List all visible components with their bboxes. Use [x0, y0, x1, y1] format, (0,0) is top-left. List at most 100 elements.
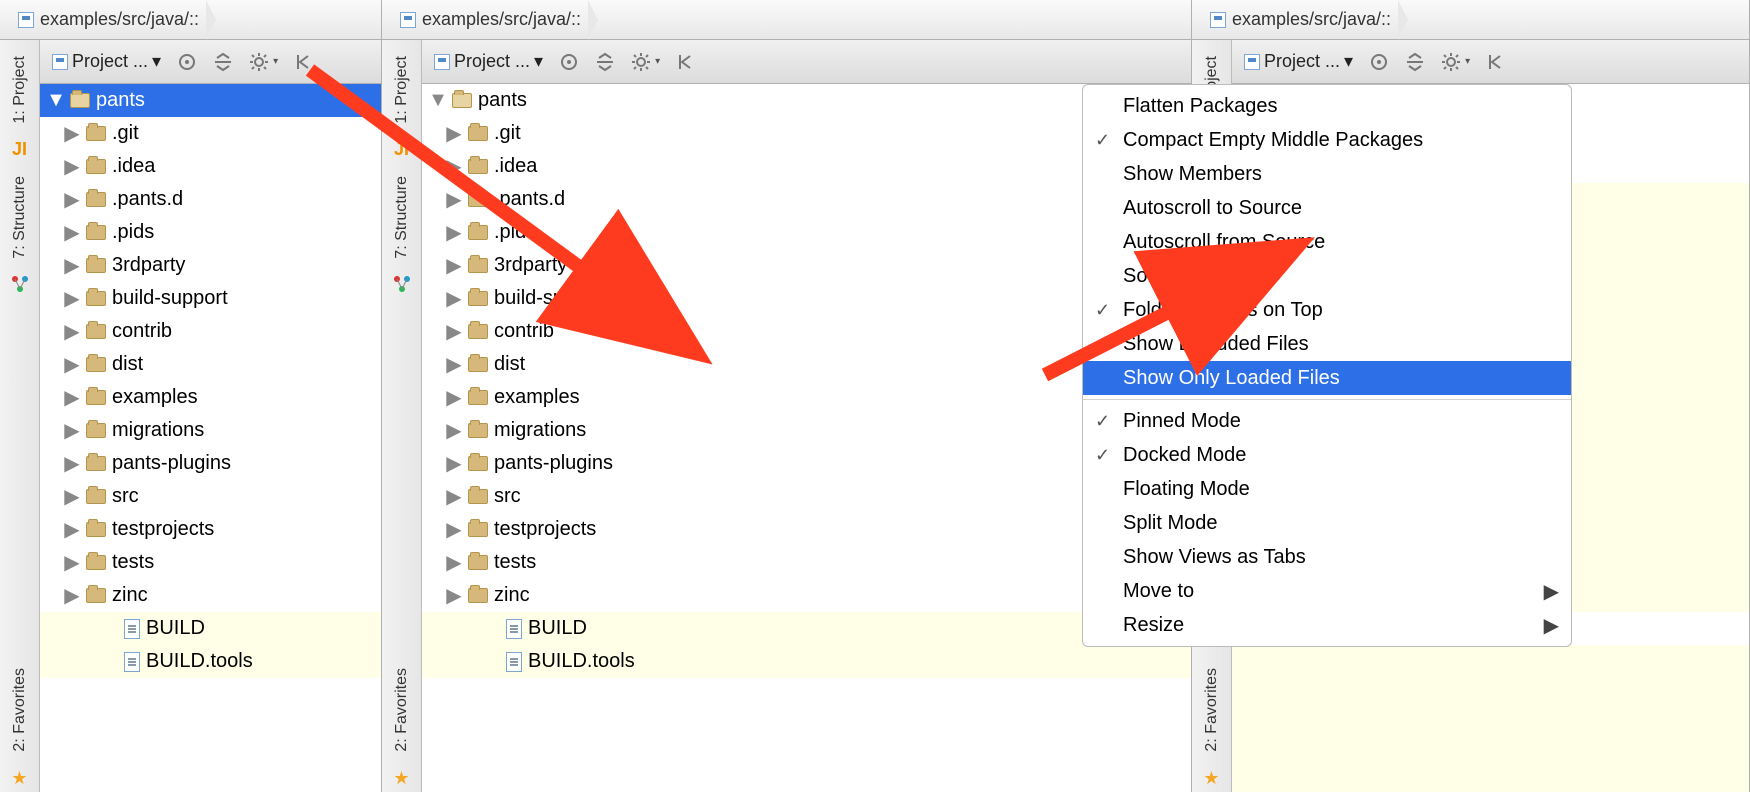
tab-favorites[interactable]: 2: Favorites: [1203, 660, 1221, 760]
menu-item[interactable]: Autoscroll from Source: [1083, 225, 1571, 259]
view-selector[interactable]: Project ... ▾: [46, 46, 167, 78]
expand-arrow-icon[interactable]: ▶: [446, 126, 462, 142]
tree-folder[interactable]: ▶ src: [422, 480, 1191, 513]
tree-folder[interactable]: ▶ 3rdparty: [40, 249, 381, 282]
tree-folder[interactable]: ▶ contrib: [422, 315, 1191, 348]
tree-folder[interactable]: ▶ .pids: [422, 216, 1191, 249]
branch-icon[interactable]: [392, 274, 412, 294]
settings-button[interactable]: ▾: [1435, 46, 1476, 78]
hide-button[interactable]: [670, 46, 702, 78]
expand-arrow-icon[interactable]: ▶: [446, 225, 462, 241]
expand-arrow-icon[interactable]: ▶: [446, 258, 462, 274]
tree-folder[interactable]: ▶ zinc: [40, 579, 381, 612]
tree-folder[interactable]: ▶ zinc: [422, 579, 1191, 612]
breadcrumb-item[interactable]: examples/src/java/::: [10, 0, 207, 40]
tree-folder[interactable]: ▶ .pids: [40, 216, 381, 249]
branch-icon[interactable]: [10, 274, 30, 294]
expand-arrow-icon[interactable]: ▶: [64, 423, 80, 439]
tree-folder[interactable]: ▶ .git: [422, 117, 1191, 150]
tab-favorites[interactable]: 2: Favorites: [11, 660, 29, 760]
expand-arrow-icon[interactable]: ▶: [446, 390, 462, 406]
tree-folder[interactable]: ▶ build-support: [40, 282, 381, 315]
tree-file[interactable]: BUILD.tools: [422, 645, 1191, 678]
hide-button[interactable]: [288, 46, 320, 78]
expand-arrow-icon[interactable]: ▶: [446, 291, 462, 307]
expand-arrow-icon[interactable]: ▶: [64, 291, 80, 307]
jira-icon[interactable]: JI: [10, 140, 30, 160]
expand-arrow-icon[interactable]: ▶: [64, 390, 80, 406]
expand-arrow-icon[interactable]: ▶: [64, 192, 80, 208]
collapse-all-button[interactable]: [207, 46, 239, 78]
tree-folder[interactable]: ▶ tests: [422, 546, 1191, 579]
tab-project[interactable]: 1: Project: [393, 48, 411, 132]
menu-item[interactable]: Autoscroll to Source: [1083, 191, 1571, 225]
tree-folder[interactable]: ▶ migrations: [40, 414, 381, 447]
tree-folder[interactable]: ▶ pants-plugins: [422, 447, 1191, 480]
menu-item[interactable]: ✓ Show Excluded Files: [1083, 327, 1571, 361]
menu-item[interactable]: Flatten Packages: [1083, 89, 1571, 123]
menu-item[interactable]: Floating Mode: [1083, 472, 1571, 506]
tree-folder[interactable]: ▶ testprojects: [40, 513, 381, 546]
tree-folder[interactable]: ▶ .pants.d: [422, 183, 1191, 216]
project-tree[interactable]: ▼ pants ▶ .git ▶ .idea ▶ .pants.d ▶ .pid…: [422, 84, 1191, 792]
tree-folder[interactable]: ▶ build-support: [422, 282, 1191, 315]
menu-item[interactable]: Show Only Loaded Files: [1083, 361, 1571, 395]
settings-button[interactable]: ▾: [625, 46, 666, 78]
settings-button[interactable]: ▾: [243, 46, 284, 78]
expand-arrow-icon[interactable]: ▶: [446, 357, 462, 373]
tab-project[interactable]: 1: Project: [11, 48, 29, 132]
tree-root[interactable]: ▼ pants: [422, 84, 1191, 117]
expand-arrow-icon[interactable]: ▶: [446, 159, 462, 175]
tree-folder[interactable]: ▶ dist: [422, 348, 1191, 381]
expand-arrow-icon[interactable]: ▶: [446, 192, 462, 208]
breadcrumb-item[interactable]: examples/src/java/::: [392, 0, 589, 40]
expand-arrow-icon[interactable]: ▶: [446, 555, 462, 571]
tree-folder[interactable]: ▶ .idea: [40, 150, 381, 183]
expand-arrow-icon[interactable]: ▼: [48, 93, 64, 109]
tree-root[interactable]: ▼ pants: [40, 84, 381, 117]
collapse-all-button[interactable]: [1399, 46, 1431, 78]
menu-item[interactable]: Resize ▶: [1083, 608, 1571, 642]
scroll-to-source-button[interactable]: [171, 46, 203, 78]
jira-icon[interactable]: JI: [392, 140, 412, 160]
tree-folder[interactable]: ▶ testprojects: [422, 513, 1191, 546]
collapse-all-button[interactable]: [589, 46, 621, 78]
menu-item[interactable]: ✓ Docked Mode: [1083, 438, 1571, 472]
tree-file[interactable]: BUILD: [422, 612, 1191, 645]
scroll-to-source-button[interactable]: [1363, 46, 1395, 78]
expand-arrow-icon[interactable]: ▶: [64, 357, 80, 373]
menu-item[interactable]: ✓ Compact Empty Middle Packages: [1083, 123, 1571, 157]
menu-item[interactable]: Show Views as Tabs: [1083, 540, 1571, 574]
tree-folder[interactable]: ▶ tests: [40, 546, 381, 579]
menu-item[interactable]: Sort by Type: [1083, 259, 1571, 293]
star-icon[interactable]: ★: [10, 768, 30, 788]
tree-folder[interactable]: ▶ .pants.d: [40, 183, 381, 216]
expand-arrow-icon[interactable]: ▶: [64, 126, 80, 142]
expand-arrow-icon[interactable]: ▶: [446, 588, 462, 604]
menu-item[interactable]: Move to ▶: [1083, 574, 1571, 608]
view-selector[interactable]: Project ... ▾: [428, 46, 549, 78]
breadcrumb-item[interactable]: examples/src/java/::: [1202, 0, 1399, 40]
tree-folder[interactable]: ▶ migrations: [422, 414, 1191, 447]
expand-arrow-icon[interactable]: ▶: [446, 522, 462, 538]
expand-arrow-icon[interactable]: ▶: [64, 588, 80, 604]
menu-item[interactable]: Show Members: [1083, 157, 1571, 191]
tree-folder[interactable]: ▶ 3rdparty: [422, 249, 1191, 282]
scroll-to-source-button[interactable]: [553, 46, 585, 78]
menu-item[interactable]: ✓ Folders Always on Top: [1083, 293, 1571, 327]
tree-folder[interactable]: ▶ dist: [40, 348, 381, 381]
hide-button[interactable]: [1480, 46, 1512, 78]
project-tree[interactable]: ▼ pants ▶ .git ▶ .idea ▶ .pants.d ▶ .pid…: [40, 84, 381, 792]
tab-structure[interactable]: 7: Structure: [11, 168, 29, 267]
expand-arrow-icon[interactable]: ▶: [446, 423, 462, 439]
expand-arrow-icon[interactable]: ▶: [64, 159, 80, 175]
tree-file[interactable]: BUILD.tools: [40, 645, 381, 678]
view-selector[interactable]: Project ... ▾: [1238, 46, 1359, 78]
expand-arrow-icon[interactable]: ▶: [446, 456, 462, 472]
expand-arrow-icon[interactable]: ▶: [446, 324, 462, 340]
star-icon[interactable]: ★: [1202, 768, 1222, 788]
expand-arrow-icon[interactable]: ▶: [64, 489, 80, 505]
expand-arrow-icon[interactable]: ▶: [64, 522, 80, 538]
tree-folder[interactable]: ▶ src: [40, 480, 381, 513]
expand-arrow-icon[interactable]: ▼: [430, 93, 446, 109]
